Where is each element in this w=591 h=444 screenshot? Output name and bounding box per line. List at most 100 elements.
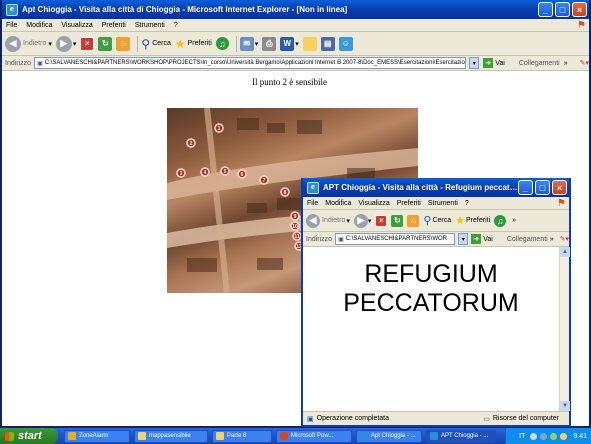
popup-address-bar: Indirizzo ▣ C:\SALVANESCHI&PARTNERS\WOR ▾… [303,232,569,247]
favorites-button[interactable]: ★ Preferiti [455,214,490,227]
links-label[interactable]: Collegamenti [519,60,560,67]
menu-help[interactable]: ? [174,22,178,29]
search-icon: ⚲ [141,36,151,51]
menu-file[interactable]: File [6,22,17,29]
status-zone-label: Risorse del computer [492,415,559,422]
favorites-button[interactable]: ★ Preferiti [175,37,212,51]
search-button[interactable]: ⚲ Cerca [423,214,451,227]
page-icon: ▣ [338,236,344,243]
research-button[interactable]: ▤ [320,36,335,51]
stop-button[interactable]: × [375,214,388,227]
menu-modifica[interactable]: Modifica [325,200,351,207]
language-indicator[interactable]: IT [519,433,525,440]
task-powerpoint[interactable]: Microsoft Pow... [276,429,352,443]
map-number-2: 2 [190,141,193,147]
forward-button[interactable]: ▶ ▾ [353,213,371,228]
popup-titlebar[interactable]: e APT Chioggia - Visita alla città - Ref… [303,178,569,197]
task-apt-chioggia-1[interactable]: Apt Chioggia - ... [356,429,422,443]
popup-close-button[interactable]: × [552,180,567,195]
popup-page-content: REFUGIUM PECCATORUM ▲ ▼ [303,247,570,411]
stop-button[interactable]: × [80,36,95,51]
address-dropdown-button[interactable]: ▾ [458,233,469,245]
map-number-7: 7 [263,178,266,184]
task-mappasensibile[interactable]: mappasensibile [134,429,208,443]
stop-icon: × [375,214,388,227]
discuss-button[interactable] [302,36,317,51]
task-label: Microsoft Pow... [291,433,334,439]
messenger-button[interactable]: ☺ [338,36,353,51]
menu-preferiti[interactable]: Preferiti [397,200,421,207]
toolbar-chevron-icon[interactable]: » [512,217,516,224]
tray-icon[interactable] [540,432,548,440]
page-icon: ▣ [37,60,43,67]
folder-icon [138,432,146,440]
back-button[interactable]: ◀ Indietro ▾ [306,213,350,228]
go-button[interactable]: ➜ Vai [483,58,505,68]
refresh-icon: ↻ [391,214,404,227]
task-label: mappasensibile [149,433,191,439]
map-number-9: 9 [294,214,297,220]
ie-icon [430,432,438,440]
close-button[interactable]: × [572,2,587,17]
forward-arrow-icon: ▶ [55,35,72,52]
links-label[interactable]: Collegamenti [507,236,548,243]
task-zonealarm[interactable]: ZoneAlarm [64,429,130,443]
discuss-icon [302,36,317,51]
popup-heading-line2: PECCATORUM [343,289,519,317]
home-button[interactable]: ⌂ [407,214,420,227]
menu-strumenti[interactable]: Strumenti [135,22,165,29]
mail-button[interactable]: ✉ ▾ [239,36,258,51]
menu-file[interactable]: File [307,200,318,207]
tray-icon[interactable] [560,432,568,440]
address-value: C:\SALVANESCHI&PARTNERS\WORKSHOP\PROJECT… [44,60,465,66]
maximize-button[interactable]: □ [555,2,570,17]
refresh-icon: ↻ [98,36,113,51]
scroll-down-button[interactable]: ▼ [560,401,570,411]
minimize-button[interactable]: _ [538,2,553,17]
start-button[interactable]: start [0,428,58,444]
address-input[interactable]: ▣ C:\SALVANESCHI&PARTNERS\WORKSHOP\PROJEC… [34,57,467,69]
address-dropdown-button[interactable]: ▾ [469,57,480,69]
links-chevron-icon[interactable]: » [564,60,568,67]
toolbar-extra-icon[interactable]: ✎▾ [580,59,589,67]
back-arrow-icon: ◀ [5,35,21,52]
tray-icon[interactable] [530,432,538,440]
back-button[interactable]: ◀ Indietro ▾ [5,35,52,52]
tray-icon[interactable] [550,432,558,440]
refresh-button[interactable]: ↻ [98,36,113,51]
clock[interactable]: 9.41 [573,433,587,440]
menu-strumenti[interactable]: Strumenti [428,200,458,207]
menu-visualizza[interactable]: Visualizza [358,200,389,207]
menu-help[interactable]: ? [465,200,469,207]
map-number-6: 6 [241,172,244,178]
print-button[interactable]: ⎙ [262,36,277,51]
favorites-label: Preferiti [187,40,212,47]
menu-preferiti[interactable]: Preferiti [102,22,126,29]
task-parte8[interactable]: Parte 8 [212,429,272,443]
menu-visualizza[interactable]: Visualizza [61,22,92,29]
forward-button[interactable]: ▶ ▾ [55,35,76,52]
home-button[interactable]: ⌂ [116,36,131,51]
go-label: Vai [495,59,505,67]
ie-icon: e [307,181,319,194]
edit-button[interactable]: W ▾ [280,36,299,51]
media-button[interactable]: ♫ [494,214,507,227]
toolbar-extra-icon[interactable]: ✎▾ [560,235,569,243]
popup-scrollbar[interactable]: ▲ ▼ [559,247,570,411]
messenger-icon: ☺ [338,36,353,51]
popup-maximize-button[interactable]: □ [535,180,550,195]
refresh-button[interactable]: ↻ [391,214,404,227]
task-label: Apt Chioggia - ... [371,433,416,439]
main-titlebar[interactable]: e Apt Chioggia - Visita alla città di Ch… [2,0,589,19]
go-button[interactable]: ➜ Vai [471,234,493,244]
links-chevron-icon[interactable]: » [550,236,554,243]
popup-minimize-button[interactable]: _ [518,180,533,195]
menu-modifica[interactable]: Modifica [26,22,52,29]
scroll-up-button[interactable]: ▲ [560,247,570,257]
windows-flag-icon: ⚑ [557,198,566,209]
task-apt-chioggia-2[interactable]: APT Chioggia - ... [426,429,496,443]
task-label: Parte 8 [227,433,247,439]
media-button[interactable]: ♫ [215,37,229,50]
search-button[interactable]: ⚲ Cerca [141,37,170,51]
address-input[interactable]: ▣ C:\SALVANESCHI&PARTNERS\WOR [335,233,456,245]
